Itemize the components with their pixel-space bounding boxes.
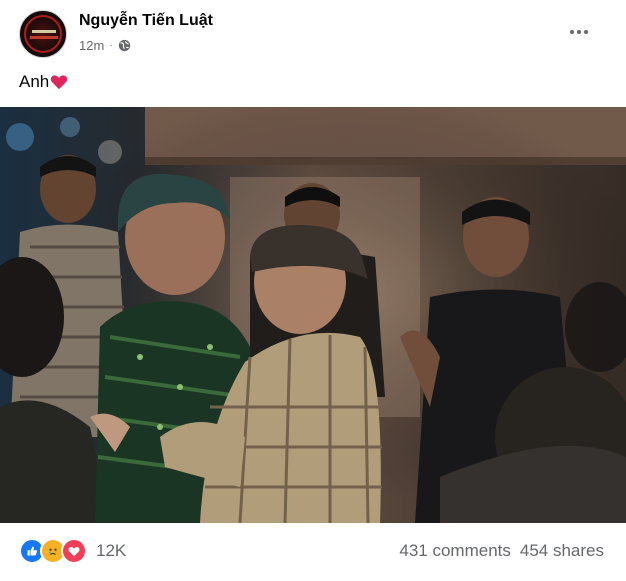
reactions-count[interactable]: 12K	[96, 541, 126, 561]
love-reaction-icon	[61, 538, 87, 564]
author-name[interactable]: Nguyễn Tiến Luật	[79, 12, 213, 30]
shares-count[interactable]: 454 shares	[520, 541, 604, 561]
post-meta: 12m ·	[79, 38, 131, 53]
reactions-summary[interactable]: 12K	[19, 538, 126, 564]
caption-text: Anh	[19, 72, 50, 91]
post-caption: Anh	[19, 72, 68, 92]
author-avatar[interactable]	[19, 10, 67, 58]
comments-count[interactable]: 431 comments	[399, 541, 511, 561]
heart-emoji	[51, 75, 68, 90]
photo-content	[0, 107, 626, 523]
meta-separator: ·	[109, 40, 113, 51]
post-timestamp[interactable]: 12m	[79, 38, 104, 53]
globe-icon[interactable]	[118, 39, 131, 52]
more-options-icon[interactable]	[565, 22, 593, 42]
post-card: Nguyễn Tiến Luật 12m · Anh 12K 431 comme…	[0, 0, 626, 581]
engagement-stats: 431 comments 454 shares	[399, 541, 604, 561]
post-photo[interactable]	[0, 107, 626, 523]
